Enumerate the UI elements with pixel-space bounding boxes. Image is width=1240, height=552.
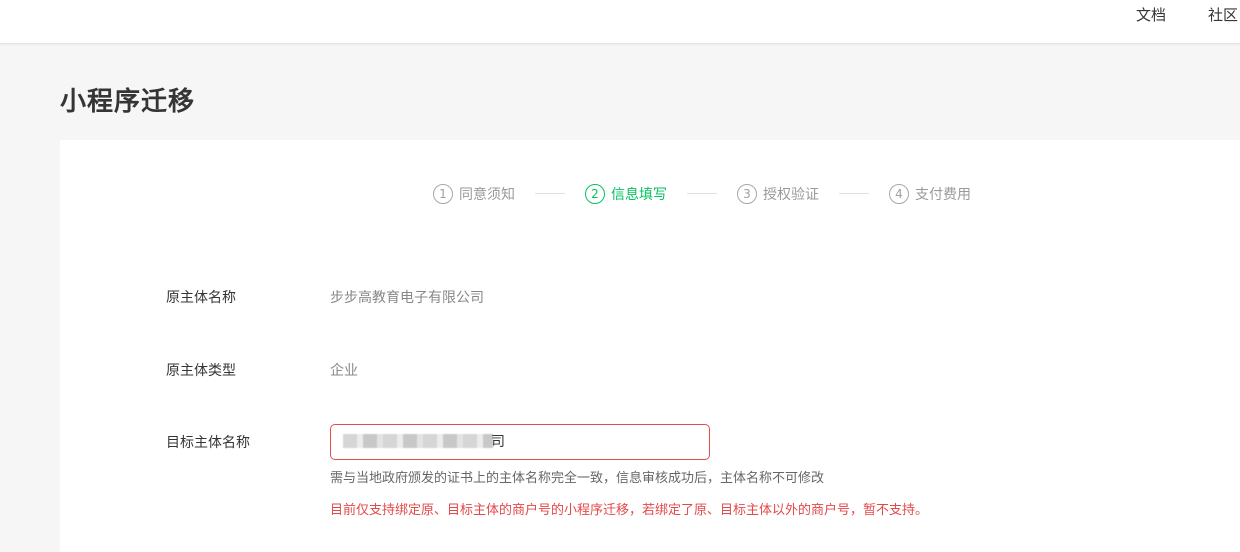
step-number-1: 1 <box>433 184 453 204</box>
step-label-4: 支付费用 <box>915 187 971 203</box>
original-type-label: 原主体类型 <box>166 363 236 379</box>
top-navigation-bar: 文档 社区 <box>0 0 1240 44</box>
page-title: 小程序迁移 <box>60 87 196 117</box>
original-name-value: 步步高教育电子有限公司 <box>330 290 484 306</box>
nav-community-link[interactable]: 社区 <box>1208 5 1238 25</box>
original-type-value: 企业 <box>330 363 358 379</box>
redacted-text <box>343 434 493 448</box>
step-connector <box>839 193 869 194</box>
target-name-input-value: 司 <box>491 434 505 450</box>
step-label-3: 授权验证 <box>763 187 819 203</box>
step-authorize: 3 授权验证 <box>737 184 819 204</box>
nav-docs-link[interactable]: 文档 <box>1136 5 1166 25</box>
merchant-warning-text: 目前仅支持绑定原、目标主体的商户号的小程序迁移，若绑定了原、目标主体以外的商户号… <box>330 503 929 518</box>
step-connector <box>687 193 717 194</box>
step-label-1: 同意须知 <box>459 187 515 203</box>
migration-form-card: 1 同意须知 2 信息填写 3 授权验证 4 支付费用 原主体名称 步步高教育电… <box>60 140 1240 552</box>
step-fill-info: 2 信息填写 <box>585 184 667 204</box>
original-name-label: 原主体名称 <box>166 290 236 306</box>
step-number-3: 3 <box>737 184 757 204</box>
target-name-label: 目标主体名称 <box>166 435 250 451</box>
step-connector <box>535 193 565 194</box>
target-name-input[interactable]: 司 <box>330 424 710 460</box>
step-agree-notice: 1 同意须知 <box>433 184 515 204</box>
step-payment: 4 支付费用 <box>889 184 971 204</box>
step-label-2: 信息填写 <box>611 187 667 203</box>
step-number-4: 4 <box>889 184 909 204</box>
target-name-hint: 需与当地政府颁发的证书上的主体名称完全一致，信息审核成功后，主体名称不可修改 <box>330 471 825 486</box>
step-number-2: 2 <box>585 184 605 204</box>
